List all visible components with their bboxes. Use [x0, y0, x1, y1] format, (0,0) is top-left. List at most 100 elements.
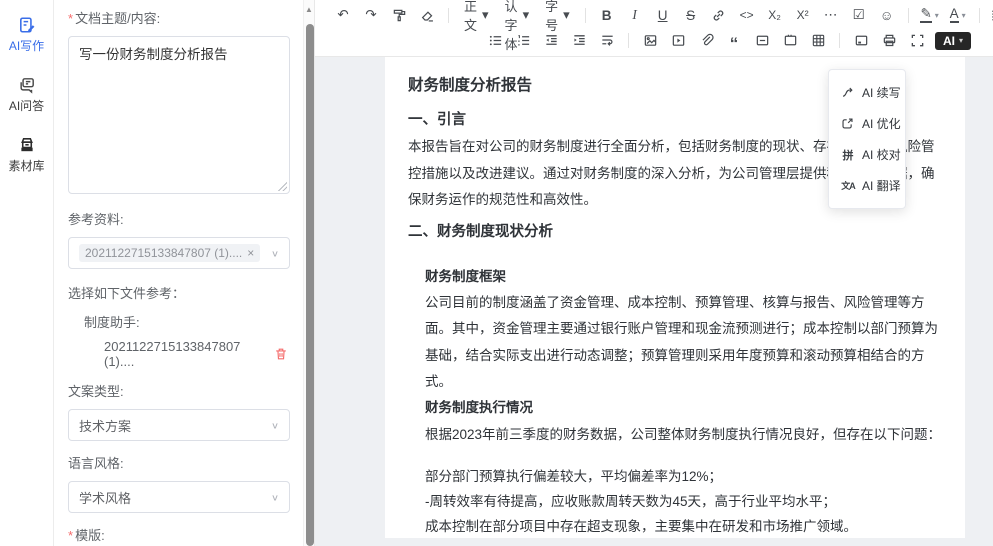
caret-down-icon: ▾ [523, 7, 530, 23]
sidebar-item-ai-qa[interactable]: AI问答 [0, 68, 53, 128]
italic-button[interactable]: I [623, 5, 647, 26]
sidebar-item-label: AI问答 [9, 97, 44, 114]
doc-type-label: 文案类型: [68, 381, 290, 400]
chevron-down-icon: ∨ [271, 492, 279, 502]
horizontal-rule-button[interactable]: ⋯ [819, 5, 843, 26]
link-icon[interactable] [707, 5, 731, 26]
caret-down-icon: ▾ [962, 11, 966, 20]
undo-icon[interactable]: ↶ [331, 5, 355, 26]
topic-input[interactable]: 写一份财务制度分析报告 [68, 36, 290, 194]
emoji-button[interactable]: ☺ [875, 5, 899, 26]
style-value: 学术风格 [79, 488, 131, 507]
template-label: *模版: [68, 525, 290, 544]
text-wrap-button[interactable] [595, 30, 619, 51]
reference-file-chip: 2021122715133847807 (1).... × [79, 244, 260, 262]
format-painter-icon[interactable] [387, 5, 411, 26]
reference-select[interactable]: 2021122715133847807 (1).... × ∨ [68, 237, 290, 269]
app-sidebar: AI写作 AI问答 素材库 [0, 0, 54, 546]
textarea-resize-handle[interactable] [278, 182, 287, 191]
chat-icon [18, 76, 36, 94]
doc-type-select[interactable]: 技术方案 ∨ [68, 409, 290, 441]
superscript-button[interactable]: X² [791, 5, 815, 26]
font-color-button[interactable]: A▾ [946, 5, 970, 26]
ordered-list-button[interactable] [511, 30, 535, 51]
style-select[interactable]: 学术风格 ∨ [68, 481, 290, 513]
doc-heading-s2: 二、财务制度现状分析 [408, 218, 942, 246]
reference-label: 参考资料: [68, 209, 290, 228]
table-icon[interactable] [806, 30, 830, 51]
sidebar-item-library[interactable]: 素材库 [0, 128, 53, 188]
ai-translate-icon: 文A [841, 179, 855, 192]
doc-type-value: 技术方案 [79, 416, 131, 435]
font-family-select[interactable]: 默认字体▾ [497, 4, 538, 26]
caret-down-icon: ▾ [482, 7, 489, 23]
generation-form-panel: *文档主题/内容: 写一份财务制度分析报告 参考资料: 202112271513… [54, 0, 315, 546]
paragraph-style-select[interactable]: 正文▾ [456, 4, 497, 26]
indent-button[interactable] [567, 30, 591, 51]
caret-down-icon: ▾ [935, 11, 939, 20]
topic-label: *文档主题/内容: [68, 8, 290, 27]
required-asterisk: * [68, 11, 73, 26]
todo-list-button[interactable]: ☑ [847, 5, 871, 26]
ai-dropdown-menu: AI 续写 AI 优化 拼 AI 校对 文A AI 翻译 [828, 69, 906, 209]
ai-optimize-icon [841, 117, 855, 130]
ai-menu-button[interactable]: AI▾ [935, 32, 971, 50]
file-reference-label: 选择如下文件参考： [68, 283, 290, 302]
snippet-block-icon[interactable] [778, 30, 802, 51]
doc-issue-item: 成本控制在部分项目中存在超支现象，主要集中在研发和市场推广领域。 [425, 515, 942, 538]
style-label: 语言风格: [68, 453, 290, 472]
ai-continue-icon [841, 86, 855, 99]
doc-heading-exec: 财务制度执行情况 [425, 395, 942, 421]
caret-down-icon: ▾ [563, 7, 570, 23]
menu-item-ai-proofread[interactable]: 拼 AI 校对 [829, 139, 905, 170]
chevron-down-icon: ∨ [271, 420, 279, 430]
insert-video-icon[interactable] [666, 30, 690, 51]
doc-pen-icon [18, 16, 36, 34]
source-view-icon[interactable] [849, 30, 873, 51]
highlight-color-button[interactable]: ✎▾ [918, 5, 942, 26]
menu-item-label: AI 校对 [862, 146, 901, 163]
menu-item-ai-continue[interactable]: AI 续写 [829, 77, 905, 108]
strikethrough-button[interactable]: S [679, 5, 703, 26]
ai-proofread-icon: 拼 [841, 147, 855, 163]
bold-button[interactable]: B [595, 5, 619, 26]
underline-button[interactable]: U [651, 5, 675, 26]
scrollbar-thumb[interactable] [306, 24, 314, 546]
menu-item-ai-translate[interactable]: 文A AI 翻译 [829, 170, 905, 201]
bullet-list-button[interactable] [483, 30, 507, 51]
redo-icon[interactable]: ↷ [359, 5, 383, 26]
trash-icon[interactable] [274, 347, 288, 361]
print-icon[interactable] [877, 30, 901, 51]
menu-item-label: AI 翻译 [862, 177, 901, 194]
doc-heading-frame: 财务制度框架 [425, 264, 942, 290]
eraser-icon[interactable] [415, 5, 439, 26]
assistant-label: 制度助手: [84, 312, 290, 331]
inline-code-button[interactable]: <> [735, 5, 759, 26]
doc-paragraph-frame: 公司目前的制度涵盖了资金管理、成本控制、预算管理、核算与报告、风险管理等方面。其… [425, 290, 942, 395]
assistant-file-name: 2021122715133847807 (1).... [104, 339, 274, 369]
required-asterisk: * [68, 528, 73, 543]
editor-area: ↶ ↷ 正文▾ 默认字体▾ 字号▾ B [315, 0, 993, 546]
panel-scrollbar[interactable]: ▲ [303, 0, 314, 546]
scroll-up-arrow-icon[interactable]: ▲ [304, 0, 314, 14]
sidebar-item-ai-writing[interactable]: AI写作 [0, 8, 53, 68]
library-icon [18, 136, 36, 154]
doc-issue-item: -周转效率有待提高，应收账款周转天数为45天，高于行业平均水平； [425, 490, 942, 515]
chip-close-icon[interactable]: × [247, 246, 254, 260]
caret-down-icon: ▾ [959, 36, 963, 45]
outdent-button[interactable] [539, 30, 563, 51]
blockquote-button[interactable]: “ [722, 30, 746, 51]
fullscreen-icon[interactable] [905, 30, 929, 51]
chevron-down-icon: ∨ [271, 248, 279, 258]
editor-toolbar: ↶ ↷ 正文▾ 默认字体▾ 字号▾ B [315, 0, 993, 57]
menu-item-label: AI 续写 [862, 84, 901, 101]
assistant-file-row: 2021122715133847807 (1).... [104, 339, 290, 369]
divider-block-icon[interactable] [750, 30, 774, 51]
align-button[interactable]: ▾ [989, 5, 993, 26]
attachment-icon[interactable] [694, 30, 718, 51]
sidebar-item-label: AI写作 [9, 37, 44, 54]
subscript-button[interactable]: X₂ [763, 5, 787, 26]
menu-item-ai-optimize[interactable]: AI 优化 [829, 108, 905, 139]
font-size-select[interactable]: 字号▾ [537, 4, 578, 26]
insert-image-icon[interactable] [638, 30, 662, 51]
